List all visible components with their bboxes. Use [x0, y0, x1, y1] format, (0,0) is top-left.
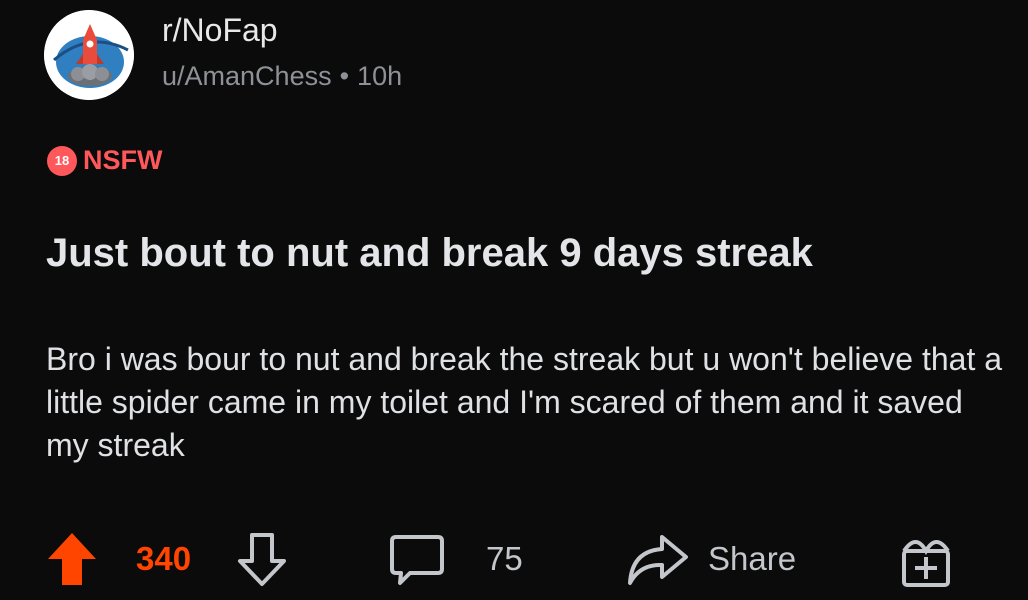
share-label: Share: [708, 540, 797, 577]
post-meta: r/NoFap u/AmanChess • 10h: [162, 12, 402, 94]
share-arrow-icon: [628, 535, 688, 585]
nsfw-tag: 18 NSFW: [47, 145, 162, 176]
subreddit-avatar[interactable]: [44, 10, 134, 100]
comments-button[interactable]: 75: [388, 527, 523, 591]
share-button[interactable]: Share: [626, 527, 796, 591]
rocket-logo-icon: [44, 10, 134, 100]
downvote-button[interactable]: [236, 527, 288, 591]
nsfw-label: NSFW: [83, 145, 163, 175]
upvote-arrow-icon: [48, 533, 96, 585]
comment-count: 75: [486, 540, 523, 577]
downvote-arrow-icon: [238, 533, 286, 586]
byline: u/AmanChess • 10h: [162, 58, 402, 94]
nsfw-18-badge: 18: [47, 145, 77, 176]
gift-award-icon: [902, 540, 950, 587]
upvote-button[interactable]: [46, 527, 98, 591]
action-bar: 340 75 Share: [0, 527, 1028, 591]
comment-bubble-icon: [390, 535, 444, 585]
post-header: r/NoFap u/AmanChess • 10h: [44, 10, 402, 100]
post-time: 10h: [357, 61, 403, 91]
post-body[interactable]: Bro i was bour to nut and break the stre…: [46, 338, 1006, 467]
post-title[interactable]: Just bout to nut and break 9 days streak: [46, 225, 1006, 281]
award-button[interactable]: [896, 527, 956, 591]
vote-count: 340: [136, 540, 192, 577]
byline-separator: •: [339, 61, 350, 91]
vote-count-wrap: 340: [136, 527, 191, 591]
subreddit-name[interactable]: r/NoFap: [162, 10, 402, 50]
author-link[interactable]: u/AmanChess: [162, 61, 332, 91]
